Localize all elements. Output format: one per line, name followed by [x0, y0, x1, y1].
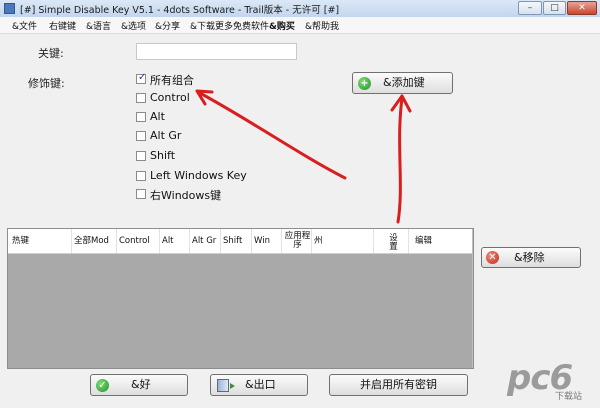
- annotation-arrows: [195, 89, 412, 224]
- watermark-logo: pc6 下载站: [504, 356, 586, 402]
- arrow-to-add-key: [396, 96, 404, 224]
- watermark-subtext: 下载站: [554, 392, 582, 402]
- arrow-to-all-combinations: [196, 90, 347, 180]
